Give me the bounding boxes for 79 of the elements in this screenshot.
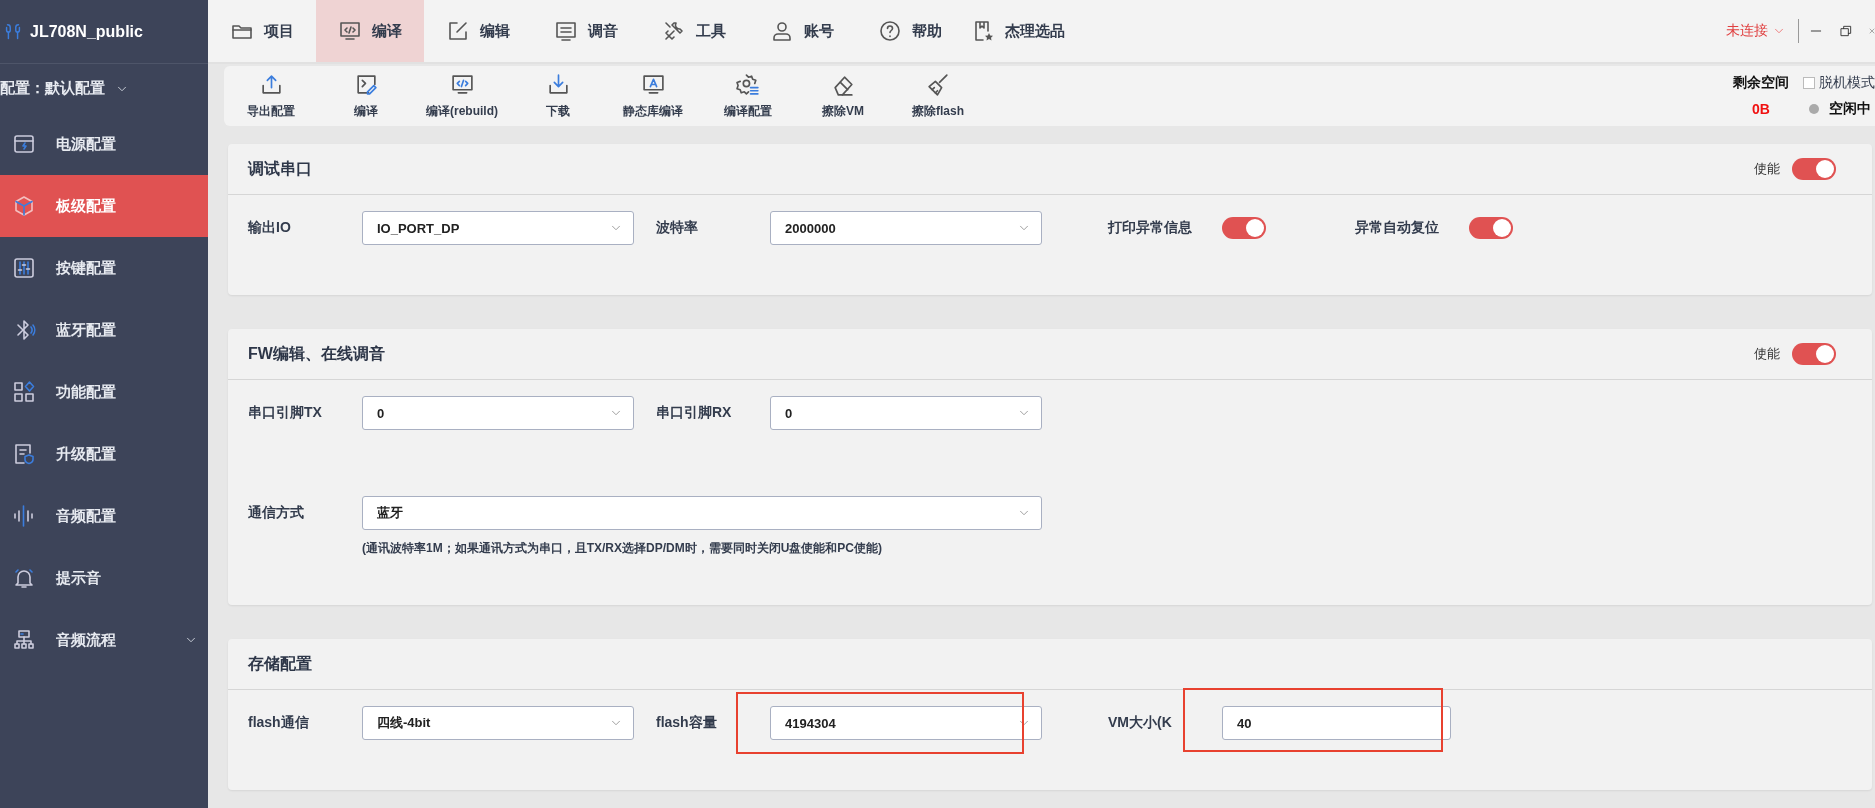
toolbar-button[interactable]: 编译(rebuild): [426, 72, 498, 120]
nav-tab[interactable]: 帮助: [856, 0, 964, 62]
sidebar-item[interactable]: 电源配置: [0, 113, 208, 175]
section-title: 存储配置: [248, 653, 312, 674]
battery-box-icon: [12, 132, 36, 156]
field-label: 串口引脚RX: [656, 404, 733, 422]
section-title: 调试串口: [248, 158, 312, 179]
user-icon: [770, 19, 794, 43]
sidebar-item[interactable]: 音频流程: [0, 609, 208, 671]
select-field[interactable]: IO_PORT_DP: [362, 211, 634, 245]
nav-tab[interactable]: 调音: [532, 0, 640, 62]
monitor-letter-icon: [640, 72, 666, 97]
restore-icon[interactable]: [1839, 24, 1853, 38]
toggle-switch[interactable]: [1222, 217, 1266, 239]
nav-tab[interactable]: 杰理选品: [964, 0, 1072, 62]
sidebar-item[interactable]: 蓝牙配置: [0, 299, 208, 361]
tools-icon: [662, 19, 686, 43]
sidebar-item[interactable]: 音频配置: [0, 485, 208, 547]
connection-dropdown[interactable]: 未连接: [1726, 0, 1798, 62]
field-label: flash通信: [248, 714, 310, 732]
status-text: 空闲中: [1829, 100, 1871, 118]
sidebar-item[interactable]: 按键配置: [0, 237, 208, 299]
field-label: 串口引脚TX: [248, 404, 323, 422]
input-field[interactable]: 40: [1222, 706, 1451, 740]
cube-icon: [12, 194, 36, 218]
offline-mode-checkbox[interactable]: 脱机模式: [1803, 74, 1875, 92]
field-label: 波特率: [656, 219, 699, 237]
gear-list-icon: [735, 72, 761, 97]
enable-label: 使能: [1754, 345, 1780, 363]
field-label: 打印异常信息: [1108, 219, 1193, 237]
apps-grid-icon: [12, 380, 36, 404]
sidebar-item[interactable]: 功能配置: [0, 361, 208, 423]
field-label: VM大小(K: [1108, 714, 1173, 732]
toolbar-button[interactable]: 擦除VM: [808, 72, 878, 120]
waveform-icon: [12, 504, 36, 528]
field-label: flash容量: [656, 714, 718, 732]
field-label: 输出IO: [248, 219, 292, 237]
select-field[interactable]: 0: [770, 396, 1042, 430]
select-field[interactable]: 蓝牙: [362, 496, 1042, 530]
broom-icon: [925, 72, 951, 97]
enable-label: 使能: [1754, 160, 1780, 178]
document-shield-icon: [12, 442, 36, 466]
sidebar-item[interactable]: 板级配置: [0, 175, 208, 237]
nav-tab[interactable]: 账号: [748, 0, 856, 62]
config-dropdown[interactable]: 配置：默认配置: [0, 64, 208, 113]
code-monitor-icon: [449, 72, 475, 97]
toolbar-button[interactable]: 擦除flash: [903, 72, 973, 120]
field-label: 通信方式: [248, 504, 305, 522]
help-icon: [878, 19, 902, 43]
toggle-switch[interactable]: [1792, 158, 1836, 180]
select-field[interactable]: 0: [362, 396, 634, 430]
storage-value: 0B: [1751, 101, 1771, 117]
select-field[interactable]: 2000000: [770, 211, 1042, 245]
network-icon: [12, 628, 36, 652]
sidebar-item[interactable]: 升级配置: [0, 423, 208, 485]
nav-tab[interactable]: 编译: [316, 0, 424, 62]
toggle-switch[interactable]: [1792, 343, 1836, 365]
edit-icon: [446, 19, 470, 43]
section-title: FW编辑、在线调音: [248, 343, 385, 364]
code-monitor-icon: [338, 19, 362, 43]
nav-tab[interactable]: 项目: [208, 0, 316, 62]
toolbar-button[interactable]: 静态库编译: [618, 72, 688, 120]
toggle-switch[interactable]: [1469, 217, 1513, 239]
bell-icon: [12, 566, 36, 590]
app-title: JL708N_public: [30, 22, 143, 41]
toolbar-button[interactable]: 导出配置: [236, 72, 306, 120]
field-label: 异常自动复位: [1355, 219, 1440, 237]
sidebar-item[interactable]: 提示音: [0, 547, 208, 609]
select-field[interactable]: 4194304: [770, 706, 1042, 740]
nav-tab[interactable]: 编辑: [424, 0, 532, 62]
status-dot-icon: [1809, 104, 1819, 114]
toolbar-button[interactable]: 编译: [331, 72, 401, 120]
select-field[interactable]: 四线-4bit: [362, 706, 634, 740]
hint-text: (通讯波特率1M；如果通讯方式为串口，且TX/RX选择DP/DM时，需要同时关闭U盘使能和PC使能): [362, 540, 883, 557]
nav-tab[interactable]: 工具: [640, 0, 748, 62]
toolbar-button[interactable]: 编译配置: [713, 72, 783, 120]
storage-label: 剩余空间: [1733, 74, 1789, 92]
sliders-icon: [12, 256, 36, 280]
toolbar-button[interactable]: 下载: [523, 72, 593, 120]
